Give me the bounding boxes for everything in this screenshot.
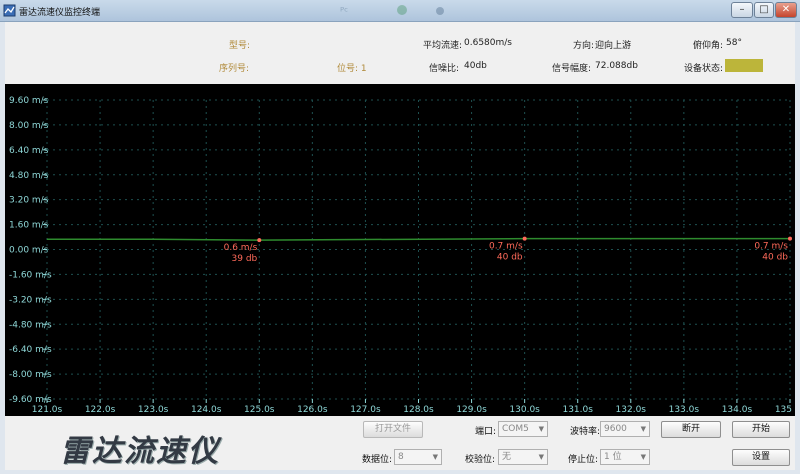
y-tick-label: -6.40 m/s bbox=[9, 345, 52, 355]
snr-annotation-label: 39 db bbox=[232, 254, 258, 264]
x-tick-label: 131.0s bbox=[562, 405, 593, 415]
chevron-down-icon: ▼ bbox=[640, 425, 646, 433]
x-tick-label: 133.0s bbox=[669, 405, 700, 415]
y-tick-label: 6.40 m/s bbox=[9, 146, 49, 156]
x-tick-label: 129.0s bbox=[456, 405, 487, 415]
disconnect-button[interactable]: 断开 bbox=[661, 421, 721, 438]
position-text: 位号: 1 bbox=[337, 64, 367, 74]
main-window: 型号: 平均流速: 0.6580m/s 方向: 迎向上游 俯仰角: 58° 序列… bbox=[5, 22, 795, 470]
chevron-down-icon: ▼ bbox=[538, 425, 544, 433]
y-tick-label: -4.80 m/s bbox=[9, 320, 52, 330]
settings-button[interactable]: 设置 bbox=[732, 449, 790, 466]
snr-value: 40db bbox=[464, 61, 487, 71]
direction-value: 迎向上游 bbox=[595, 41, 632, 51]
maximize-button[interactable]: □ bbox=[754, 2, 774, 18]
x-tick-label: 123.0s bbox=[138, 405, 169, 415]
chevron-down-icon: ▼ bbox=[640, 453, 646, 461]
x-tick-label: 122.0s bbox=[85, 405, 116, 415]
speed-chart: 9.60 m/s 8.00 m/s 6.40 m/s 4.80 m/s 3.20 m/s… bbox=[5, 84, 795, 416]
close-button[interactable]: ✕ bbox=[775, 2, 797, 18]
x-tick-label: 132.0s bbox=[616, 405, 647, 415]
open-file-button[interactable]: 打开文件 bbox=[363, 421, 423, 438]
direction-label: 方向: bbox=[573, 41, 595, 51]
data-point bbox=[788, 236, 792, 241]
start-button[interactable]: 开始 bbox=[732, 421, 790, 438]
x-tick-label: 135 bbox=[775, 405, 792, 415]
y-tick-label: 0.00 m/s bbox=[9, 246, 49, 256]
pitch-label: 俯仰角: bbox=[693, 41, 724, 51]
databits-label: 数据位: bbox=[362, 455, 393, 465]
y-tick-label: -1.60 m/s bbox=[9, 270, 52, 280]
x-tick-label: 124.0s bbox=[191, 405, 222, 415]
chevron-down-icon: ▼ bbox=[538, 453, 544, 461]
stopbits-select-value: 1 位 bbox=[604, 452, 622, 462]
titlebar-decoration-icon: ᴾᶜ bbox=[340, 5, 444, 17]
snr-label: 信噪比: bbox=[429, 64, 460, 74]
x-tick-label: 121.0s bbox=[32, 405, 63, 415]
svg-text:ᴾᶜ: ᴾᶜ bbox=[340, 5, 348, 17]
parity-select[interactable]: 无 ▼ bbox=[498, 449, 548, 465]
amplitude-label: 信号幅度: bbox=[552, 64, 592, 74]
parity-select-value: 无 bbox=[502, 452, 512, 462]
baud-select-value: 9600 bbox=[604, 424, 627, 434]
port-select[interactable]: COM5 ▼ bbox=[498, 421, 548, 437]
speed-annotation-label: 0.6 m/s bbox=[224, 243, 258, 253]
stopbits-label: 停止位: bbox=[568, 455, 599, 465]
y-tick-label: 4.80 m/s bbox=[9, 171, 49, 181]
snr-annotation-label: 40 db bbox=[762, 253, 788, 263]
port-label: 端口: bbox=[475, 427, 497, 437]
x-tick-label: 127.0s bbox=[350, 405, 381, 415]
y-tick-label: -8.00 m/s bbox=[9, 370, 52, 380]
serial-label: 序列号: bbox=[219, 64, 250, 74]
minimize-button[interactable]: – bbox=[731, 2, 753, 18]
stopbits-select[interactable]: 1 位 ▼ bbox=[600, 449, 650, 465]
avg-speed-label: 平均流速: bbox=[423, 41, 463, 51]
x-tick-label: 125.0s bbox=[244, 405, 275, 415]
y-tick-label: 3.20 m/s bbox=[9, 196, 49, 206]
y-tick-label: 8.00 m/s bbox=[9, 121, 49, 131]
x-tick-label: 134.0s bbox=[722, 405, 753, 415]
y-tick-label: -9.60 m/s bbox=[9, 395, 52, 405]
snr-annotation-label: 40 db bbox=[497, 253, 523, 263]
y-tick-label: -3.20 m/s bbox=[9, 295, 52, 305]
x-tick-label: 126.0s bbox=[297, 405, 328, 415]
chevron-down-icon: ▼ bbox=[432, 453, 438, 461]
speed-annotation-label: 0.7 m/s bbox=[754, 242, 788, 252]
app-icon bbox=[3, 4, 16, 17]
speed-chart-svg: 9.60 m/s 8.00 m/s 6.40 m/s 4.80 m/s 3.20 m/s… bbox=[9, 96, 792, 415]
y-tick-label: 9.60 m/s bbox=[9, 96, 49, 106]
x-tick-label: 130.0s bbox=[509, 405, 540, 415]
amplitude-value: 72.088db bbox=[595, 61, 638, 71]
data-point bbox=[522, 236, 527, 241]
data-point bbox=[257, 238, 262, 243]
baud-label: 波特率: bbox=[570, 427, 601, 437]
speed-annotation-label: 0.7 m/s bbox=[489, 242, 523, 252]
model-label: 型号: bbox=[229, 41, 251, 51]
y-tick-label: 1.60 m/s bbox=[9, 221, 49, 231]
window-title: 雷达流速仪监控终端 bbox=[19, 8, 101, 18]
databits-select-value: 8 bbox=[398, 452, 404, 462]
speed-series-line bbox=[47, 237, 790, 241]
port-select-value: COM5 bbox=[502, 424, 529, 434]
parity-label: 校验位: bbox=[465, 455, 496, 465]
product-logo: 雷达流速仪 bbox=[60, 434, 220, 469]
device-status-indicator bbox=[725, 59, 763, 72]
x-tick-label: 128.0s bbox=[403, 405, 434, 415]
pitch-value: 58° bbox=[726, 38, 742, 48]
baud-select[interactable]: 9600 ▼ bbox=[600, 421, 650, 437]
device-status-label: 设备状态: bbox=[684, 64, 724, 74]
title-bar: 雷达流速仪监控终端 ᴾᶜ – □ ✕ bbox=[0, 0, 800, 22]
databits-select[interactable]: 8 ▼ bbox=[394, 449, 442, 465]
avg-speed-value: 0.6580m/s bbox=[464, 38, 512, 48]
